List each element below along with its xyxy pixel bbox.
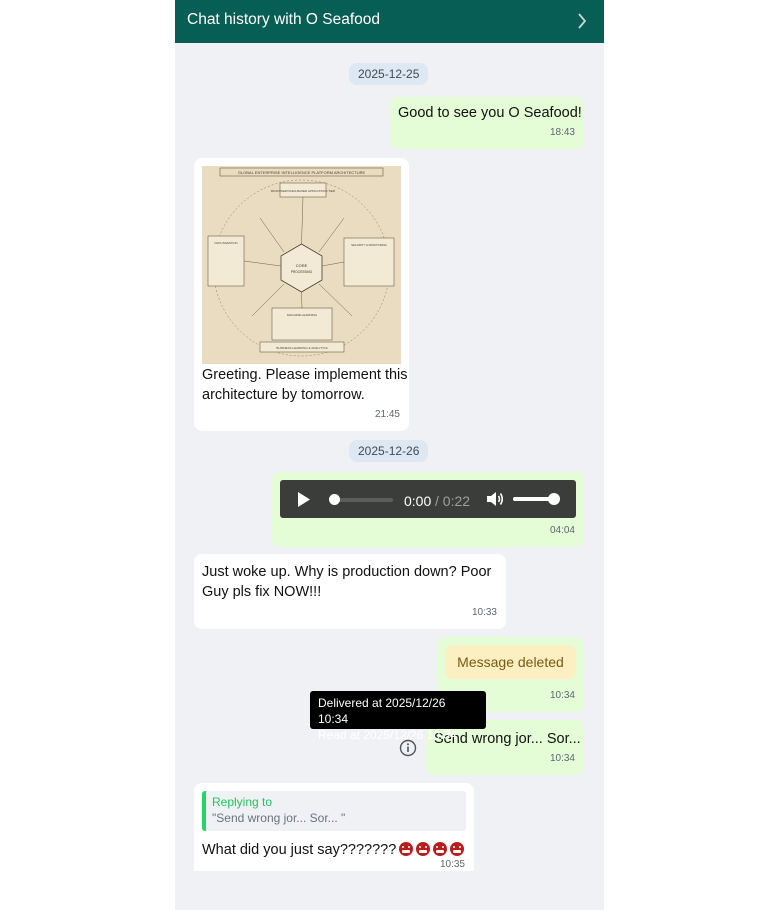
message-text-line: Greeting. Please implement this — [202, 367, 408, 383]
tooltip-read: Read at 2025/12/26 10:34 — [318, 728, 457, 742]
message-bubble-incoming: Replying to "Send wrong jor... Sor... " … — [194, 783, 474, 883]
chat-panel: Chat history with O Seafood 2025-12-25 G… — [175, 0, 604, 910]
volume-slider[interactable] — [513, 497, 553, 501]
reply-label: Replying to — [212, 795, 273, 809]
audio-progress-handle[interactable] — [329, 494, 340, 505]
svg-text:SECURITY & MONITORING: SECURITY & MONITORING — [351, 243, 387, 247]
audio-current-time: 0:00 — [404, 493, 432, 509]
chevron-right-icon[interactable] — [576, 11, 588, 31]
message-text-line: Just woke up. Why is production down? Po… — [202, 564, 492, 580]
message-bubble-incoming: Just woke up. Why is production down? Po… — [194, 554, 506, 629]
read-receipt-tooltip: Delivered at 2025/12/26 10:34 Read at 20… — [310, 691, 486, 742]
message-text-row: What did you just say??????? — [202, 840, 465, 860]
message-bubble-outgoing: 0:00 / 0:22 04:04 — [272, 472, 584, 547]
angry-face-icon — [399, 842, 414, 856]
angry-face-icon — [416, 842, 431, 856]
image-top-label: MICROSERVICES-BASED APPLICATION TIER — [271, 189, 336, 193]
date-separator: 2025-12-25 — [349, 63, 429, 85]
angry-face-icon — [433, 842, 448, 856]
message-text: Good to see you O Seafood! — [398, 105, 582, 121]
image-title: GLOBAL ENTERPRISE INTELLIGENCE PLATFORM … — [238, 170, 366, 175]
message-time: 10:33 — [471, 607, 497, 618]
message-time: 10:34 — [549, 753, 575, 764]
message-time: 18:43 — [549, 127, 575, 138]
svg-text:PROCESSING: PROCESSING — [291, 270, 313, 274]
message-text-line: Guy pls fix NOW!!! — [202, 584, 322, 600]
message-time: 10:34 — [549, 690, 575, 701]
message-time: 21:45 — [374, 409, 400, 420]
audio-player[interactable]: 0:00 / 0:22 — [280, 480, 576, 518]
svg-text:BUSINESS LEARNING & ANALYTICS: BUSINESS LEARNING & ANALYTICS — [276, 346, 327, 350]
message-time: 04:04 — [549, 525, 575, 536]
svg-text:DATA INGESTION: DATA INGESTION — [214, 241, 237, 245]
chat-title: Chat history with O Seafood — [187, 11, 380, 28]
chat-header: Chat history with O Seafood — [175, 0, 604, 43]
volume-handle[interactable] — [548, 493, 560, 505]
reply-quote-box[interactable]: Replying to "Send wrong jor... Sor... " — [202, 791, 466, 831]
svg-text:CORE: CORE — [296, 263, 308, 268]
audio-progress-track[interactable] — [331, 498, 393, 502]
message-text: What did you just say??????? — [202, 842, 397, 858]
date-separator: 2025-12-26 — [349, 440, 429, 462]
play-icon[interactable] — [297, 492, 311, 507]
angry-face-icon — [450, 842, 465, 856]
composer-area — [175, 871, 604, 910]
reply-quote-text: "Send wrong jor... Sor... " — [212, 811, 346, 825]
message-bubble-outgoing: Good to see you O Seafood! 18:43 — [390, 97, 584, 149]
svg-text:MACHINE LEARNING: MACHINE LEARNING — [287, 313, 318, 317]
message-bubble-incoming: GLOBAL ENTERPRISE INTELLIGENCE PLATFORM … — [194, 158, 409, 431]
audio-total-time: / 0:22 — [435, 493, 471, 509]
volume-icon[interactable] — [486, 491, 504, 507]
architecture-image[interactable]: GLOBAL ENTERPRISE INTELLIGENCE PLATFORM … — [202, 166, 401, 364]
deleted-message-label: Message deleted — [445, 645, 576, 679]
message-text-line: architecture by tomorrow. — [202, 387, 365, 403]
info-icon[interactable] — [399, 739, 417, 757]
tooltip-delivered: Delivered at 2025/12/26 10:34 — [318, 696, 446, 726]
